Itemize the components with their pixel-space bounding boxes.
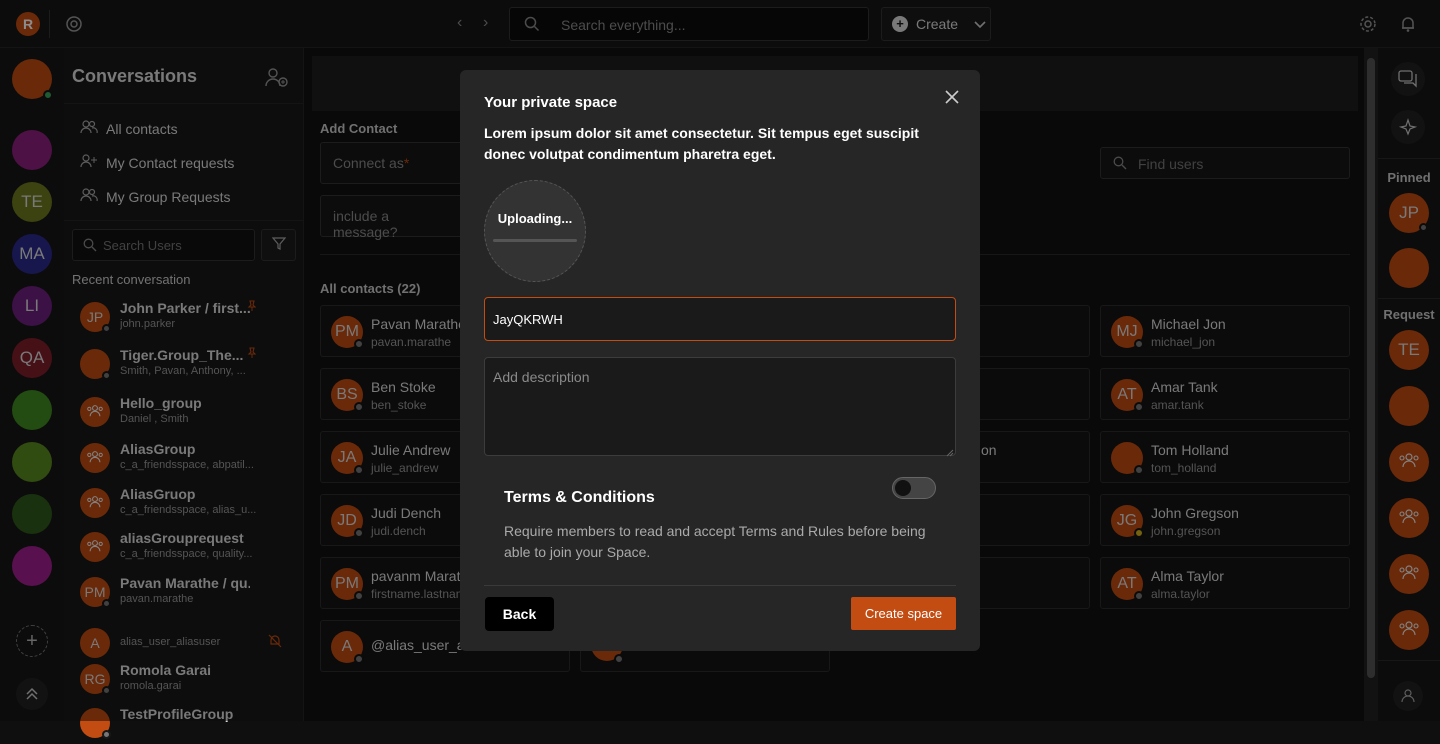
upload-progress-bar	[493, 239, 577, 242]
terms-toggle[interactable]	[892, 477, 936, 499]
close-icon[interactable]	[942, 88, 962, 108]
avatar-upload[interactable]: Uploading...	[484, 180, 586, 282]
uploading-text: Uploading...	[497, 211, 573, 226]
modal-description: Lorem ipsum dolor sit amet consectetur. …	[484, 125, 919, 162]
terms-title: Terms & Conditions	[504, 489, 655, 506]
modal-title: Your private space	[484, 94, 618, 111]
divider	[484, 585, 956, 586]
status-dot	[102, 730, 111, 739]
terms-description: Require members to read and accept Terms…	[504, 523, 926, 560]
space-description-input[interactable]: Add description	[484, 357, 956, 456]
space-name-input[interactable]: JayQKRWH	[484, 297, 956, 341]
toggle-knob	[895, 480, 911, 496]
resize-handle-icon[interactable]	[946, 444, 954, 462]
back-button[interactable]: Back	[485, 597, 554, 631]
create-space-modal: Your private space Lorem ipsum dolor sit…	[460, 70, 980, 651]
create-space-button[interactable]: Create space	[851, 597, 956, 630]
